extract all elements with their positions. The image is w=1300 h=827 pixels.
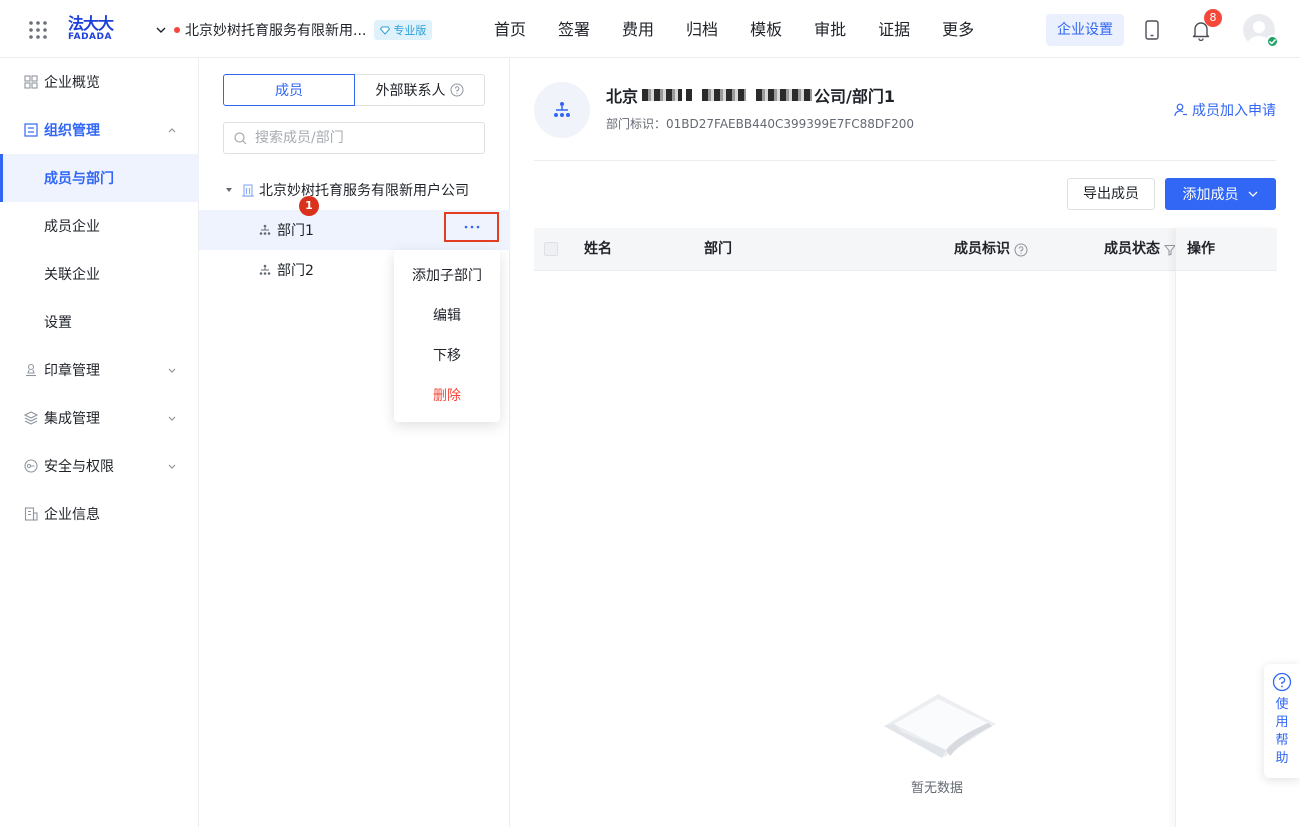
chevron-down-icon	[168, 368, 176, 373]
chevron-down-icon	[156, 27, 166, 33]
sidebar-item-member-enterprises[interactable]: 成员企业	[0, 202, 199, 250]
nav-approval[interactable]: 审批	[814, 18, 846, 42]
nav-sign[interactable]: 签署	[558, 18, 590, 42]
help-widget[interactable]: 使用帮助	[1264, 664, 1300, 778]
step-marker: 1	[299, 196, 319, 216]
nav-template[interactable]: 模板	[750, 18, 782, 42]
export-members-button[interactable]: 导出成员	[1067, 178, 1155, 210]
department-icon	[259, 264, 271, 275]
divider	[534, 160, 1276, 161]
department-context-menu: 添加子部门 编辑 下移 删除	[394, 250, 500, 422]
department-title: 北京 公司/部门1	[606, 87, 895, 106]
table-header: 姓名 部门 成员标识 成员状态	[534, 228, 1276, 271]
more-actions-button[interactable]	[444, 212, 499, 242]
nav-home[interactable]: 首页	[494, 18, 526, 42]
search-icon	[234, 131, 247, 144]
tree-root-node[interactable]: 北京妙树托育服务有限新用户公司	[199, 170, 510, 210]
member-tabs: 成员 外部联系人	[223, 74, 485, 106]
nav-fees[interactable]: 费用	[622, 18, 654, 42]
question-icon	[1272, 672, 1292, 692]
department-icon	[554, 102, 570, 117]
chevron-down-icon	[168, 464, 176, 469]
menu-move-down[interactable]: 下移	[394, 336, 500, 376]
tab-members[interactable]: 成员	[223, 74, 355, 106]
chevron-down-icon	[168, 416, 176, 421]
column-department: 部门	[704, 241, 732, 257]
search-input[interactable]	[255, 130, 455, 146]
sidebar: 企业概览 组织管理 成员与部门 成员企业 关联企业 设置 印章管理 集成管理 安…	[0, 58, 199, 827]
nav-archive[interactable]: 归档	[686, 18, 718, 42]
org-switcher[interactable]: 北京妙树托育服务有限新用... 专业版	[154, 18, 433, 42]
app-grid-icon[interactable]	[28, 20, 48, 40]
menu-add-sub-department[interactable]: 添加子部门	[394, 256, 500, 296]
column-member-status: 成员状态	[1104, 228, 1176, 271]
user-add-icon	[1174, 103, 1187, 117]
actions-column: 操作	[1175, 228, 1277, 827]
top-header: 法大大 FADADA 北京妙树托育服务有限新用... 专业版 首页 签署 费用 …	[0, 0, 1300, 58]
redacted-text	[642, 89, 683, 101]
diamond-icon	[380, 26, 391, 35]
add-member-button[interactable]: 添加成员	[1165, 178, 1276, 210]
sidebar-item-related-enterprises[interactable]: 关联企业	[0, 250, 199, 298]
sidebar-item-seal-management[interactable]: 印章管理	[0, 346, 199, 394]
enterprise-settings-button[interactable]: 企业设置	[1046, 14, 1124, 46]
caret-down-icon[interactable]	[225, 186, 233, 194]
chevron-down-icon	[1248, 191, 1257, 197]
empty-state-illustration	[880, 690, 998, 762]
help-label: 使用帮助	[1275, 697, 1289, 766]
member-search	[223, 122, 485, 154]
sidebar-item-enterprise-info[interactable]: 企业信息	[0, 490, 199, 538]
member-join-request-link[interactable]: 成员加入申请	[1174, 100, 1276, 120]
main-nav: 首页 签署 费用 归档 模板 审批 证据 更多	[494, 18, 1006, 42]
sidebar-item-members-departments[interactable]: 成员与部门	[0, 154, 199, 202]
column-name: 姓名	[584, 241, 612, 257]
select-all-checkbox[interactable]	[544, 242, 558, 256]
mobile-icon[interactable]	[1143, 20, 1161, 40]
sidebar-item-overview[interactable]: 企业概览	[0, 58, 199, 106]
sidebar-item-security[interactable]: 安全与权限	[0, 442, 199, 490]
root-name: 北京妙树托育服务有限新用户公司	[259, 183, 469, 199]
redacted-text	[686, 89, 693, 101]
verified-icon	[1266, 35, 1279, 48]
org-name: 北京妙树托育服务有限新用...	[185, 23, 367, 39]
security-icon	[24, 459, 38, 473]
column-member-id: 成员标识	[954, 228, 1028, 271]
department-avatar	[534, 82, 590, 138]
info-icon	[24, 507, 38, 521]
sidebar-item-integration[interactable]: 集成管理	[0, 394, 199, 442]
menu-edit[interactable]: 编辑	[394, 296, 500, 336]
question-icon	[450, 83, 463, 97]
integration-icon	[24, 411, 38, 425]
tab-external-contacts[interactable]: 外部联系人	[355, 74, 485, 106]
tree-node-dept1[interactable]: 部门1	[199, 210, 510, 250]
sidebar-item-settings[interactable]: 设置	[0, 298, 199, 346]
redacted-text	[756, 89, 813, 101]
status-dot	[174, 27, 180, 33]
notification-badge: 8	[1204, 9, 1222, 27]
column-actions: 操作	[1176, 228, 1277, 271]
edition-badge: 专业版	[374, 20, 433, 40]
department-id: 部门标识：01BD27FAEBB440C399399E7FC88DF200	[606, 117, 914, 131]
empty-state-text: 暂无数据	[911, 781, 964, 796]
chevron-up-icon	[168, 128, 176, 133]
redacted-text	[702, 89, 747, 101]
overview-icon	[24, 75, 38, 89]
ellipsis-icon	[464, 225, 479, 229]
nav-more[interactable]: 更多	[942, 18, 974, 42]
seal-icon	[26, 363, 36, 377]
nav-evidence[interactable]: 证据	[878, 18, 910, 42]
department-tree-panel: 成员 外部联系人 北京妙树托育服务有限新用户公司 部门1 部门2	[199, 58, 510, 827]
question-icon[interactable]	[1014, 243, 1028, 257]
org-icon	[24, 123, 38, 137]
fadada-logo[interactable]: 法大大 FADADA	[68, 16, 120, 44]
building-icon	[242, 184, 254, 197]
sidebar-item-org-management[interactable]: 组织管理	[0, 106, 199, 154]
menu-delete[interactable]: 删除	[394, 376, 500, 416]
department-icon	[259, 224, 271, 235]
